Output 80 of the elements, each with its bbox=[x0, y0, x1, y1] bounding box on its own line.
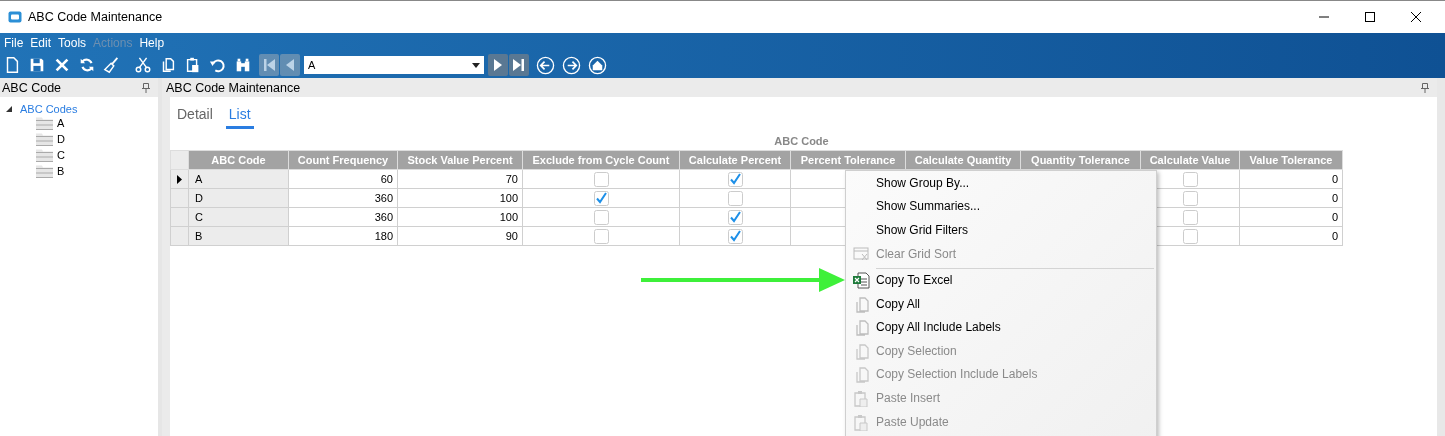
checkbox[interactable] bbox=[593, 209, 609, 225]
app-icon bbox=[8, 11, 22, 23]
table-cell: 90 bbox=[397, 226, 523, 246]
table-cell: 360 bbox=[288, 188, 398, 208]
forward-icon[interactable] bbox=[562, 55, 581, 75]
grid-caption: ABC Code bbox=[774, 135, 829, 147]
broom-icon[interactable] bbox=[103, 56, 121, 74]
next-record-button[interactable] bbox=[488, 54, 508, 76]
column-header[interactable]: Stock Value Percent bbox=[397, 150, 523, 170]
table-cell: 100 bbox=[397, 207, 523, 227]
grid-sort-icon bbox=[852, 244, 870, 263]
menu-item[interactable]: Copy All Include Labels bbox=[846, 315, 1156, 339]
expander-icon[interactable] bbox=[6, 106, 12, 112]
column-header[interactable]: Percent Tolerance bbox=[790, 150, 906, 170]
tree-item[interactable]: B bbox=[57, 165, 65, 177]
menu-item[interactable]: Show Grid Filters bbox=[846, 218, 1156, 242]
last-record-button[interactable] bbox=[509, 54, 529, 76]
checkbox[interactable] bbox=[593, 190, 609, 206]
tree-item[interactable]: C bbox=[57, 149, 65, 161]
refresh-icon[interactable] bbox=[78, 56, 96, 74]
binoculars-icon[interactable] bbox=[234, 56, 252, 74]
tree-item[interactable]: A bbox=[57, 117, 65, 129]
column-header[interactable]: Quantity Tolerance bbox=[1020, 150, 1141, 170]
checkbox[interactable] bbox=[593, 228, 609, 244]
paste-icon bbox=[852, 412, 870, 431]
spreadsheet-icon bbox=[852, 271, 870, 290]
menu-item[interactable]: Show Group By... bbox=[846, 171, 1156, 195]
table-cell: 180 bbox=[288, 226, 398, 246]
table-cell: 0 bbox=[1239, 188, 1343, 208]
table-cell: 100 bbox=[397, 188, 523, 208]
home-icon[interactable] bbox=[588, 55, 607, 75]
menu-item[interactable]: Help bbox=[139, 35, 165, 50]
checkbox[interactable] bbox=[1182, 171, 1198, 187]
table-cell: D bbox=[188, 188, 289, 208]
checkbox[interactable] bbox=[593, 171, 609, 187]
window-title: ABC Code Maintenance bbox=[28, 10, 163, 24]
delete-icon[interactable] bbox=[53, 56, 71, 74]
folder-icon bbox=[36, 116, 53, 130]
tab[interactable]: List bbox=[225, 106, 254, 129]
tree-item[interactable]: D bbox=[57, 133, 65, 145]
menu-item[interactable]: Edit bbox=[30, 35, 52, 50]
column-header[interactable]: Calculate Quantity bbox=[905, 150, 1021, 170]
folder-icon bbox=[36, 132, 53, 146]
checkbox[interactable] bbox=[727, 171, 743, 187]
undo-icon[interactable] bbox=[209, 56, 227, 74]
menu-item[interactable]: Copy All bbox=[846, 292, 1156, 316]
folder-icon bbox=[36, 148, 53, 162]
column-header[interactable]: Calculate Percent bbox=[679, 150, 791, 170]
menu-item[interactable]: File bbox=[4, 35, 24, 50]
current-row-icon bbox=[177, 174, 182, 184]
menu-item[interactable]: Tools bbox=[58, 35, 87, 50]
table-cell: 360 bbox=[288, 207, 398, 227]
menu-item[interactable]: Copy To Excel bbox=[846, 268, 1156, 292]
panel-title: ABC Code bbox=[2, 80, 62, 95]
checkbox[interactable] bbox=[727, 190, 743, 206]
checkbox[interactable] bbox=[1182, 190, 1198, 206]
folder-icon bbox=[36, 164, 53, 178]
checkbox[interactable] bbox=[727, 209, 743, 225]
save-icon[interactable] bbox=[28, 56, 46, 74]
checkbox[interactable] bbox=[727, 228, 743, 244]
tab[interactable]: Detail bbox=[174, 106, 216, 126]
paste-icon bbox=[852, 388, 870, 407]
back-icon[interactable] bbox=[536, 55, 555, 75]
menu-item[interactable]: Show Summaries... bbox=[846, 194, 1156, 218]
record-combo[interactable]: A bbox=[304, 56, 484, 74]
column-header[interactable]: Count Frequency bbox=[288, 150, 398, 170]
table-cell: 0 bbox=[1239, 226, 1343, 246]
table-cell: 0 bbox=[1239, 207, 1343, 227]
pin-icon[interactable] bbox=[1421, 82, 1429, 93]
column-header[interactable]: Value Tolerance bbox=[1239, 150, 1343, 170]
pin-icon[interactable] bbox=[142, 82, 150, 93]
tree-item[interactable]: ABC Codes bbox=[20, 103, 78, 115]
checkbox[interactable] bbox=[1182, 228, 1198, 244]
panel-title: ABC Code Maintenance bbox=[166, 80, 301, 95]
checkbox[interactable] bbox=[1182, 209, 1198, 225]
column-header[interactable]: Exclude from Cycle Count bbox=[522, 150, 680, 170]
caret-icon bbox=[472, 62, 480, 68]
column-header[interactable]: Calculate Value bbox=[1140, 150, 1240, 170]
column-header[interactable]: ABC Code bbox=[188, 150, 289, 170]
scissors-icon[interactable] bbox=[134, 56, 152, 74]
